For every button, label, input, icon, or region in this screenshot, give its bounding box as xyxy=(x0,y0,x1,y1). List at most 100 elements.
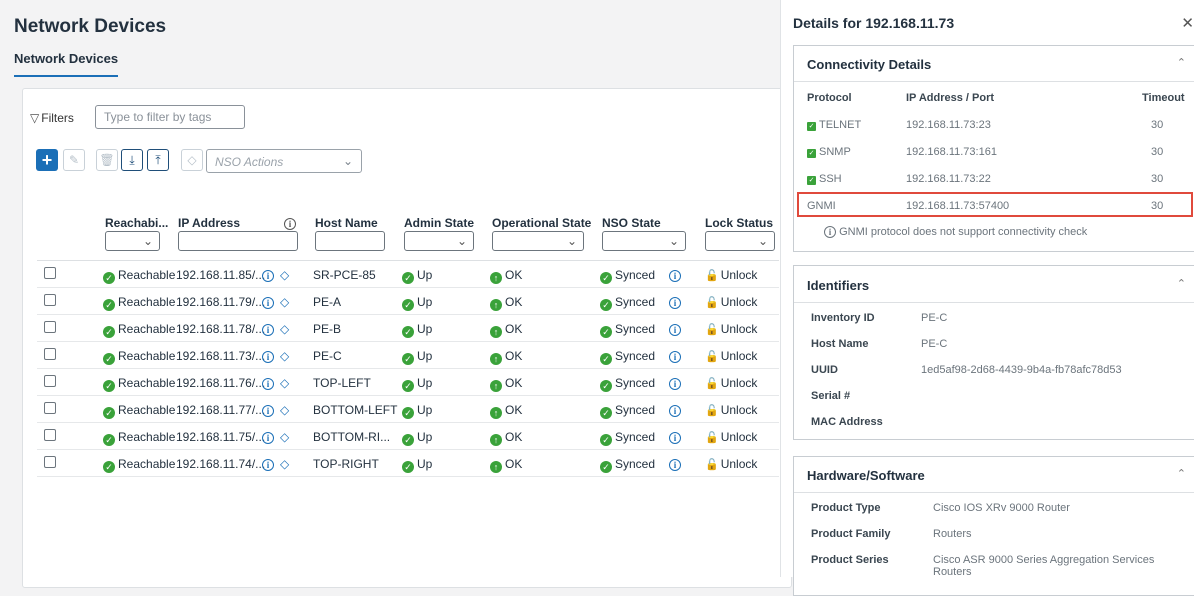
table-row[interactable]: ✓ Reachable 192.168.11.75/... i ◇ BOTTOM-… xyxy=(37,423,779,450)
oper-state-text: OK xyxy=(505,457,523,471)
nso-info-icon[interactable]: i xyxy=(669,268,681,282)
ip-info-icon[interactable]: i xyxy=(262,457,274,471)
hardware-value: Routers xyxy=(933,528,972,540)
row-checkbox[interactable] xyxy=(44,267,56,279)
checkbox-checked-icon[interactable]: ✓ xyxy=(807,176,816,185)
unlock-icon: 🔓 xyxy=(705,405,719,417)
ip-cell[interactable]: 192.168.11.73/... xyxy=(176,349,265,363)
row-checkbox[interactable] xyxy=(44,456,56,468)
checkbox-checked-icon[interactable]: ✓ xyxy=(807,149,816,158)
info-icon[interactable]: i xyxy=(284,216,296,230)
row-checkbox[interactable] xyxy=(44,429,56,441)
import-button[interactable]: ⤓ xyxy=(121,149,143,171)
nso-actions-select[interactable]: NSO Actions ⌄ xyxy=(206,149,362,173)
ip-info-icon[interactable]: i xyxy=(262,322,274,336)
oper-filter-select[interactable]: ⌄ xyxy=(492,231,584,251)
ip-info-icon[interactable]: i xyxy=(262,430,274,444)
host-name-cell[interactable]: PE-C xyxy=(313,349,342,363)
tag-icon[interactable]: ◇ xyxy=(280,376,289,390)
tag-icon[interactable]: ◇ xyxy=(280,349,289,363)
chevron-up-icon[interactable]: ⌃ xyxy=(1177,277,1186,290)
ip-info-icon[interactable]: i xyxy=(262,403,274,417)
table-row[interactable]: ✓ Reachable 192.168.11.78/... i ◇ PE-B ✓ U… xyxy=(37,315,779,342)
col-header-ip[interactable]: IP Address xyxy=(178,216,240,230)
nso-info-icon[interactable]: i xyxy=(669,295,681,309)
table-row[interactable]: ✓ Reachable 192.168.11.74/... i ◇ TOP-RIG… xyxy=(37,450,779,477)
ip-cell[interactable]: 192.168.11.78/... xyxy=(176,322,265,336)
ip-cell[interactable]: 192.168.11.75/... xyxy=(176,430,265,444)
nso-info-icon[interactable]: i xyxy=(669,430,681,444)
nso-info-icon[interactable]: i xyxy=(669,403,681,417)
table-row[interactable]: ✓ Reachable 192.168.11.85/... i ◇ SR-PCE-… xyxy=(37,261,779,288)
row-checkbox[interactable] xyxy=(44,375,56,387)
edit-button[interactable]: ✎ xyxy=(63,149,85,171)
admin-filter-select[interactable]: ⌄ xyxy=(404,231,474,251)
ip-info-icon[interactable]: i xyxy=(262,349,274,363)
col-header-lock[interactable]: Lock Status xyxy=(705,216,773,230)
chevron-up-icon[interactable]: ⌃ xyxy=(1177,56,1186,69)
checkbox-checked-icon[interactable]: ✓ xyxy=(807,122,816,131)
tag-icon[interactable]: ◇ xyxy=(280,430,289,444)
row-checkbox[interactable] xyxy=(44,294,56,306)
unlock-icon: 🔓 xyxy=(705,297,719,309)
nso-filter-select[interactable]: ⌄ xyxy=(602,231,686,251)
ip-cell[interactable]: 192.168.11.76/... xyxy=(176,376,265,390)
nso-info-icon[interactable]: i xyxy=(669,349,681,363)
info-icon: i xyxy=(824,226,836,238)
tag-icon[interactable]: ◇ xyxy=(280,322,289,336)
tag-icon[interactable]: ◇ xyxy=(280,403,289,417)
host-name-cell[interactable]: TOP-RIGHT xyxy=(313,457,379,471)
row-checkbox[interactable] xyxy=(44,348,56,360)
host-name-cell[interactable]: SR-PCE-85 xyxy=(313,268,376,282)
tag-icon[interactable]: ◇ xyxy=(280,457,289,471)
table-row[interactable]: ✓ Reachable 192.168.11.77/... i ◇ BOTTOM-… xyxy=(37,396,779,423)
reachability-filter-select[interactable]: ⌄ xyxy=(105,231,160,251)
tag-icon[interactable]: ◇ xyxy=(280,295,289,309)
lock-filter-select[interactable]: ⌄ xyxy=(705,231,775,251)
ip-cell[interactable]: 192.168.11.79/... xyxy=(176,295,265,309)
arrow-up-icon: ↑ xyxy=(490,326,502,338)
row-checkbox[interactable] xyxy=(44,402,56,414)
sync-badge-icon: ✓ xyxy=(600,326,612,338)
ip-info-icon[interactable]: i xyxy=(262,268,274,282)
delete-button[interactable]: 🗑 xyxy=(96,149,118,171)
host-name-cell[interactable]: BOTTOM-RI... xyxy=(313,430,390,444)
tag-icon[interactable]: ◇ xyxy=(280,268,289,282)
host-name-cell[interactable]: TOP-LEFT xyxy=(313,376,371,390)
host-name-cell[interactable]: PE-B xyxy=(313,322,341,336)
check-circle-icon: ✓ xyxy=(402,434,414,446)
col-header-host[interactable]: Host Name xyxy=(315,216,378,230)
col-header-nso[interactable]: NSO State xyxy=(602,216,661,230)
table-row[interactable]: ✓ Reachable 192.168.11.79/... i ◇ PE-A ✓ U… xyxy=(37,288,779,315)
ip-cell[interactable]: 192.168.11.74/... xyxy=(176,457,265,471)
table-row[interactable]: ✓ Reachable 192.168.11.73/... i ◇ PE-C ✓ U… xyxy=(37,342,779,369)
add-device-button[interactable]: + xyxy=(36,149,58,171)
col-header-admin[interactable]: Admin State xyxy=(404,216,474,230)
nso-info-icon[interactable]: i xyxy=(669,457,681,471)
ip-info-icon[interactable]: i xyxy=(262,295,274,309)
ip-cell[interactable]: 192.168.11.85/... xyxy=(176,268,265,282)
host-filter-input[interactable] xyxy=(315,231,385,251)
ip-cell[interactable]: 192.168.11.77/... xyxy=(176,403,265,417)
col-header-reachability[interactable]: Reachabi... xyxy=(105,216,168,230)
lock-status-text: Unlock xyxy=(720,457,758,471)
ip-info-icon[interactable]: i xyxy=(262,376,274,390)
close-icon[interactable]: ✕ xyxy=(1181,14,1194,32)
nso-state-text: Synced xyxy=(615,457,656,471)
export-button[interactable]: ⤒ xyxy=(147,149,169,171)
chevron-up-icon[interactable]: ⌃ xyxy=(1177,467,1186,480)
table-row[interactable]: ✓ Reachable 192.168.11.76/... i ◇ TOP-LEF… xyxy=(37,369,779,396)
nso-state-cell: ✓ Synced xyxy=(600,457,655,473)
tag-button[interactable]: ◇ xyxy=(181,149,203,171)
gnmi-note: i GNMI protocol does not support connect… xyxy=(824,226,1087,238)
tab-network-devices[interactable]: Network Devices xyxy=(14,51,119,77)
nso-info-icon[interactable]: i xyxy=(669,376,681,390)
nso-info-icon[interactable]: i xyxy=(669,322,681,336)
ip-filter-input[interactable] xyxy=(178,231,298,251)
host-name-cell[interactable]: PE-A xyxy=(313,295,341,309)
row-checkbox[interactable] xyxy=(44,321,56,333)
filters-button[interactable]: ▽ Filters xyxy=(30,111,74,125)
tag-filter-input[interactable]: Type to filter by tags xyxy=(95,105,245,129)
col-header-oper[interactable]: Operational State xyxy=(492,216,591,230)
host-name-cell[interactable]: BOTTOM-LEFT xyxy=(313,403,397,417)
